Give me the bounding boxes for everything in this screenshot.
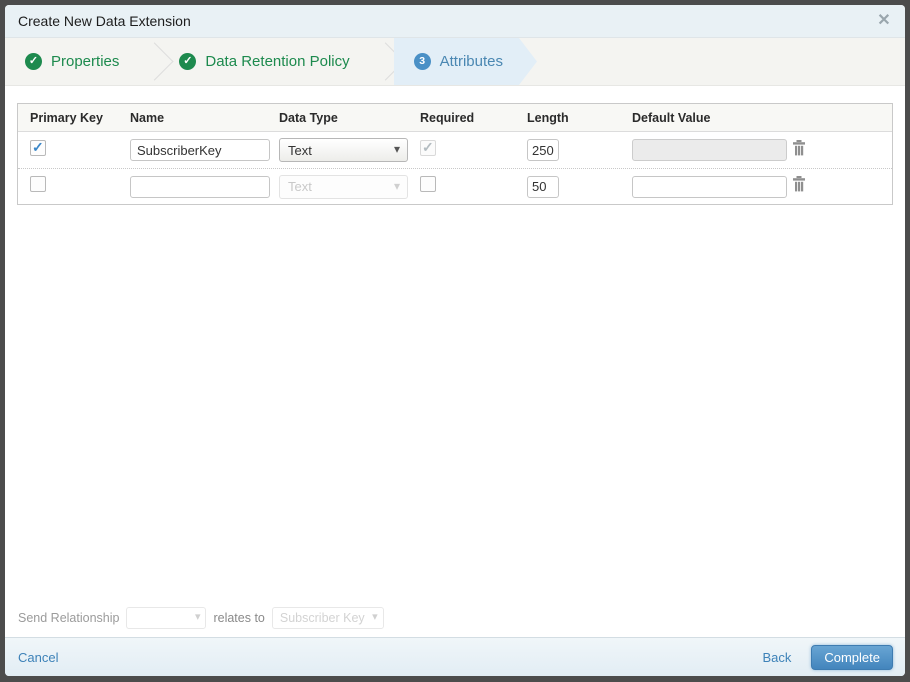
step-properties[interactable]: Properties	[5, 38, 139, 85]
name-input[interactable]	[130, 175, 270, 198]
footer-actions: Back Complete	[762, 644, 893, 670]
required-checkbox[interactable]	[420, 176, 436, 192]
send-relationship-row: Send Relationship relates to Subscriber …	[18, 607, 384, 629]
step-separator-chevron	[141, 44, 157, 79]
send-relationship-label: Send Relationship	[18, 611, 120, 625]
length-input[interactable]	[527, 139, 559, 161]
step-label: Data Retention Policy	[205, 53, 350, 70]
column-header-name: Name	[130, 110, 165, 125]
cancel-link[interactable]: Cancel	[18, 650, 58, 665]
check-circle-icon	[179, 53, 197, 70]
step-number-badge: 3	[414, 53, 431, 70]
step-data-retention-policy[interactable]: Data Retention Policy	[159, 38, 369, 85]
step-separator-chevron	[372, 44, 388, 79]
complete-button[interactable]: Complete	[811, 644, 893, 670]
step-attributes[interactable]: 3 Attributes	[394, 38, 537, 85]
data-type-value: Text	[288, 142, 312, 158]
subscriber-key-value: Subscriber Key	[279, 611, 365, 625]
data-type-select[interactable]: Text	[279, 138, 408, 162]
modal-title: Create New Data Extension	[18, 13, 191, 29]
column-header-default-value: Default Value	[632, 110, 711, 125]
wizard-steps: Properties Data Retention Policy 3 Attri…	[5, 38, 905, 86]
column-header-primary-key: Primary Key	[30, 110, 103, 125]
data-type-select: Text	[279, 174, 408, 199]
default-value-input[interactable]	[632, 175, 787, 198]
delete-row-trash-icon[interactable]	[792, 176, 806, 192]
modal-titlebar: Create New Data Extension	[5, 5, 905, 38]
name-input[interactable]	[130, 139, 270, 161]
primary-key-checkbox[interactable]	[30, 176, 46, 192]
relates-to-label: relates to	[213, 611, 265, 625]
check-circle-icon	[25, 53, 42, 70]
send-relationship-select	[126, 607, 207, 629]
step-label: Properties	[51, 53, 120, 70]
create-data-extension-modal: Create New Data Extension Properties Dat…	[5, 5, 905, 676]
close-icon[interactable]	[875, 12, 893, 30]
table-row: Text	[18, 168, 892, 204]
column-header-required: Required	[420, 110, 475, 125]
attributes-table: Primary Key Name Data Type Required Leng…	[17, 103, 893, 205]
subscriber-key-select: Subscriber Key	[271, 607, 384, 629]
delete-row-trash-icon[interactable]	[792, 139, 806, 156]
column-header-length: Length	[527, 110, 569, 125]
column-header-data-type: Data Type	[279, 110, 338, 125]
length-input[interactable]	[527, 175, 559, 198]
back-link[interactable]: Back	[762, 650, 791, 665]
table-header-row: Primary Key Name Data Type Required Leng…	[18, 104, 892, 132]
table-row: Text	[18, 132, 892, 168]
required-checkbox	[420, 139, 436, 156]
data-type-value: Text	[288, 179, 312, 194]
step-label: Attributes	[439, 53, 503, 70]
modal-footer: Cancel Back Complete	[5, 637, 905, 676]
default-value-input	[632, 139, 787, 161]
primary-key-checkbox[interactable]	[30, 139, 46, 156]
modal-content: Primary Key Name Data Type Required Leng…	[5, 86, 905, 637]
